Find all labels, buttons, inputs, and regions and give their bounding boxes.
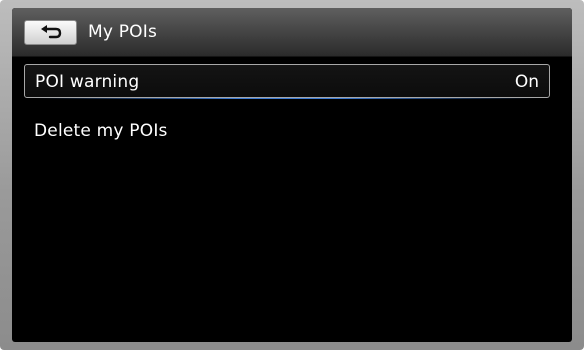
back-arrow-icon <box>41 25 62 39</box>
menu-item-poi-warning[interactable]: POI warning On <box>24 64 550 99</box>
poi-warning-value: On <box>514 72 539 92</box>
title-bar: My POIs <box>12 8 572 57</box>
page-title: My POIs <box>88 22 158 42</box>
menu-item-label: Delete my POIs <box>34 121 168 141</box>
screen: My POIs POI warning On Delete my POIs <box>12 8 572 342</box>
menu-item-label: POI warning <box>35 72 140 92</box>
menu-list: POI warning On Delete my POIs <box>12 58 572 338</box>
back-button[interactable] <box>24 20 77 45</box>
display-bezel: My POIs POI warning On Delete my POIs <box>0 0 584 350</box>
menu-item-delete-my-pois[interactable]: Delete my POIs <box>24 114 550 148</box>
